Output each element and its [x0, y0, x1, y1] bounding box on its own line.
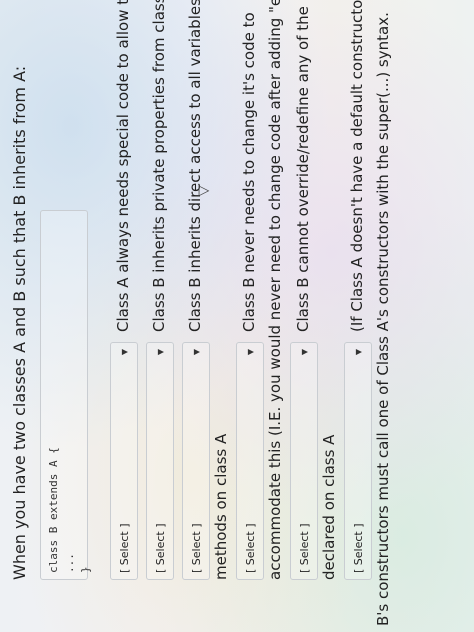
- option-text-2: Class B inherits private properties from…: [150, 0, 168, 332]
- option-text-4-line2: accommodate this (I.E. you would never n…: [266, 0, 284, 580]
- chevron-down-icon: ▼: [299, 349, 309, 356]
- select-dropdown-3[interactable]: [ Select ] ▼: [182, 342, 210, 580]
- code-snippet: class B extends A { ... }: [40, 210, 92, 580]
- option-text-5-line2: declared on class A: [320, 434, 338, 580]
- code-line-3: }: [79, 566, 92, 573]
- chevron-down-icon: ▼: [353, 349, 363, 356]
- quiz-page: When you have two classes A and B such t…: [0, 0, 474, 632]
- mouse-pointer-icon: ▷: [198, 182, 210, 199]
- select-dropdown-1[interactable]: [ Select ] ▼: [110, 342, 138, 580]
- code-line-2: ...: [63, 553, 76, 573]
- option-text-6: (If Class A doesn't have a default const…: [348, 0, 366, 332]
- select-label: [ Select ]: [351, 523, 365, 573]
- chevron-down-icon: ▼: [119, 349, 129, 356]
- select-label: [ Select ]: [189, 523, 203, 573]
- select-label: [ Select ]: [153, 523, 167, 573]
- select-label: [ Select ]: [117, 523, 131, 573]
- option-text-3-line2: methods on class A: [212, 433, 230, 580]
- question-text: When you have two classes A and B such t…: [10, 65, 29, 580]
- option-text-6-line2: B's constructors must call one of Class …: [374, 12, 392, 626]
- chevron-down-icon: ▼: [155, 349, 165, 356]
- select-dropdown-5[interactable]: [ Select ] ▼: [290, 342, 318, 580]
- option-text-5: Class B cannot override/redefine any of …: [294, 0, 312, 332]
- chevron-down-icon: ▼: [191, 349, 201, 356]
- code-line-1: class B extends A {: [47, 447, 60, 573]
- option-text-1: Class A always needs special code to all…: [114, 0, 132, 332]
- select-dropdown-4[interactable]: [ Select ] ▼: [236, 342, 264, 580]
- option-text-3: Class B inherits direct access to all va…: [186, 0, 204, 332]
- option-text-4: Class B never needs to change it's code …: [240, 12, 258, 332]
- chevron-down-icon: ▼: [245, 349, 255, 356]
- select-dropdown-6[interactable]: [ Select ] ▼: [344, 342, 372, 580]
- select-label: [ Select ]: [297, 523, 311, 573]
- select-label: [ Select ]: [243, 523, 257, 573]
- select-dropdown-2[interactable]: [ Select ] ▼: [146, 342, 174, 580]
